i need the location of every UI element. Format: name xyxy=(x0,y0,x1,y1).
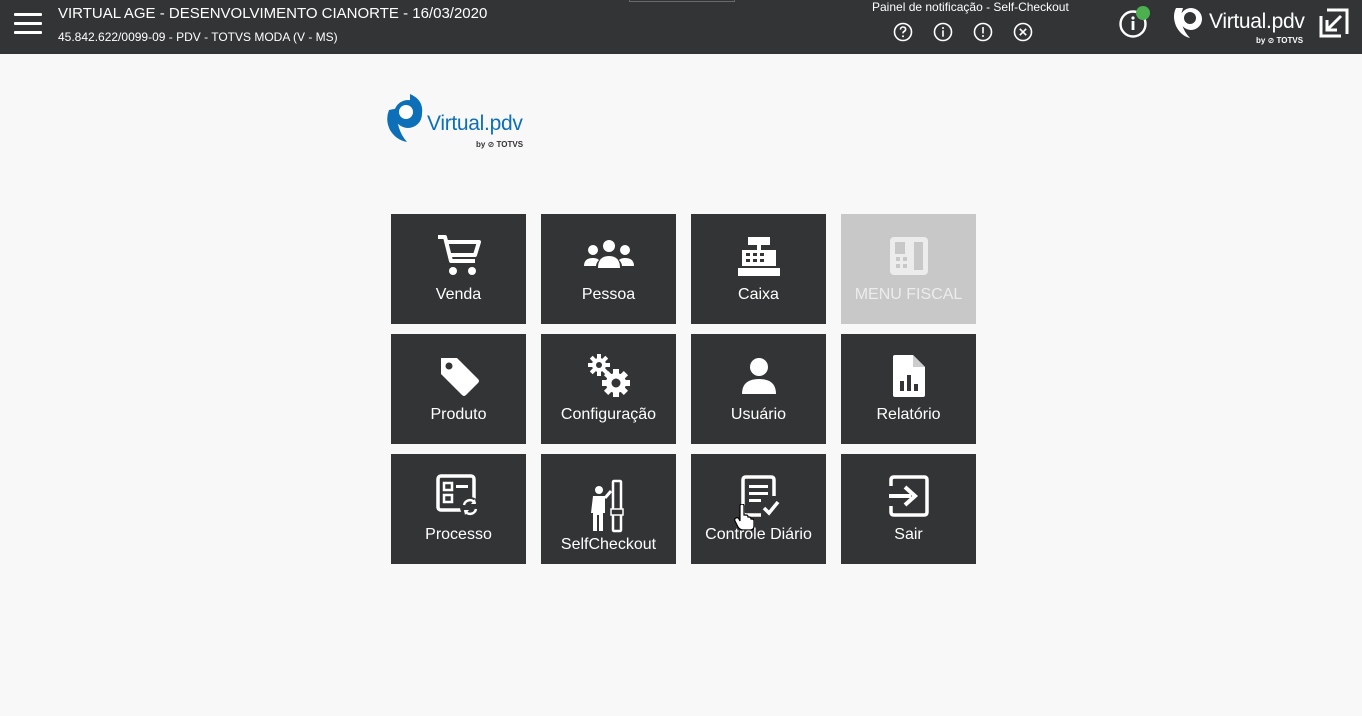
close-circle-icon[interactable] xyxy=(1013,22,1033,42)
logo-by-totvs: by ⊘ TOTVS xyxy=(476,140,524,149)
top-tab-handle[interactable] xyxy=(629,0,735,2)
logo-text: Virtual.pdv xyxy=(1209,10,1305,33)
tile-label: Pessoa xyxy=(581,286,636,303)
logo-by-totvs: by ⊘ TOTVS xyxy=(1256,36,1304,45)
tile-label: MENU FISCAL xyxy=(854,286,963,303)
top-bar: VIRTUAL AGE - DESENVOLVIMENTO CIANORTE -… xyxy=(0,0,1362,54)
notification-panel-label: Painel de notificação - Self-Checkout xyxy=(872,0,1069,14)
tile-venda[interactable]: Venda xyxy=(391,214,526,324)
info-status-icon[interactable] xyxy=(1118,4,1152,38)
tile-label: Usuário xyxy=(730,406,787,423)
question-circle-icon[interactable] xyxy=(893,22,913,42)
tile-usuario[interactable]: Usuário xyxy=(691,334,826,444)
main-menu-grid: Venda Pessoa Caixa MENU FISCAL Produto C… xyxy=(391,214,976,564)
process-icon xyxy=(435,474,480,517)
app-subtitle: 45.842.622/0099-09 - PDV - TOTVS MODA (V… xyxy=(58,30,338,44)
self-checkout-icon xyxy=(590,479,624,533)
daily-control-icon xyxy=(740,475,779,517)
tile-label: Produto xyxy=(430,406,487,423)
tile-configuracao[interactable]: Configuração xyxy=(541,334,676,444)
cash-register-icon xyxy=(737,237,780,276)
user-icon xyxy=(741,358,776,394)
tile-selfcheckout[interactable]: SelfCheckout xyxy=(541,454,676,564)
expand-window-icon[interactable] xyxy=(1317,6,1351,40)
exclamation-circle-icon[interactable] xyxy=(973,22,993,42)
tile-caixa[interactable]: Caixa xyxy=(691,214,826,324)
tile-label: Caixa xyxy=(738,286,779,303)
sign-out-icon xyxy=(888,475,929,517)
info-circle-icon[interactable] xyxy=(933,22,953,42)
tile-sair[interactable]: Sair xyxy=(841,454,976,564)
tile-label: Venda xyxy=(435,286,482,303)
tile-label: Processo xyxy=(425,526,492,543)
gears-icon xyxy=(587,354,630,397)
app-title: VIRTUAL AGE - DESENVOLVIMENTO CIANORTE -… xyxy=(58,5,488,22)
logo-text: Virtual.pdv xyxy=(427,112,523,135)
tile-label: Controle Diário xyxy=(705,526,812,543)
virtual-logo-icon xyxy=(1174,8,1202,38)
tile-controle-diario[interactable]: Controle Diário xyxy=(691,454,826,564)
virtual-pdv-logo: Virtual.pdv by ⊘ TOTVS xyxy=(384,94,544,158)
report-file-icon xyxy=(892,355,925,397)
shopping-cart-icon xyxy=(437,235,481,275)
calculator-icon xyxy=(889,237,928,275)
tile-relatorio[interactable]: Relatório xyxy=(841,334,976,444)
tile-processo[interactable]: Processo xyxy=(391,454,526,564)
tile-produto[interactable]: Produto xyxy=(391,334,526,444)
virtual-logo-icon xyxy=(387,94,423,142)
tile-label: Relatório xyxy=(876,406,941,423)
tile-label: Configuração xyxy=(560,406,657,423)
tile-label: SelfCheckout xyxy=(560,536,657,553)
tile-menu-fiscal: MENU FISCAL xyxy=(841,214,976,324)
virtual-pdv-logo-header: Virtual.pdv by ⊘ TOTVS xyxy=(1168,0,1308,52)
tile-label: Sair xyxy=(894,526,923,543)
users-group-icon xyxy=(583,240,634,268)
tag-icon xyxy=(440,358,479,396)
tile-pessoa[interactable]: Pessoa xyxy=(541,214,676,324)
hamburger-icon[interactable] xyxy=(12,10,44,38)
